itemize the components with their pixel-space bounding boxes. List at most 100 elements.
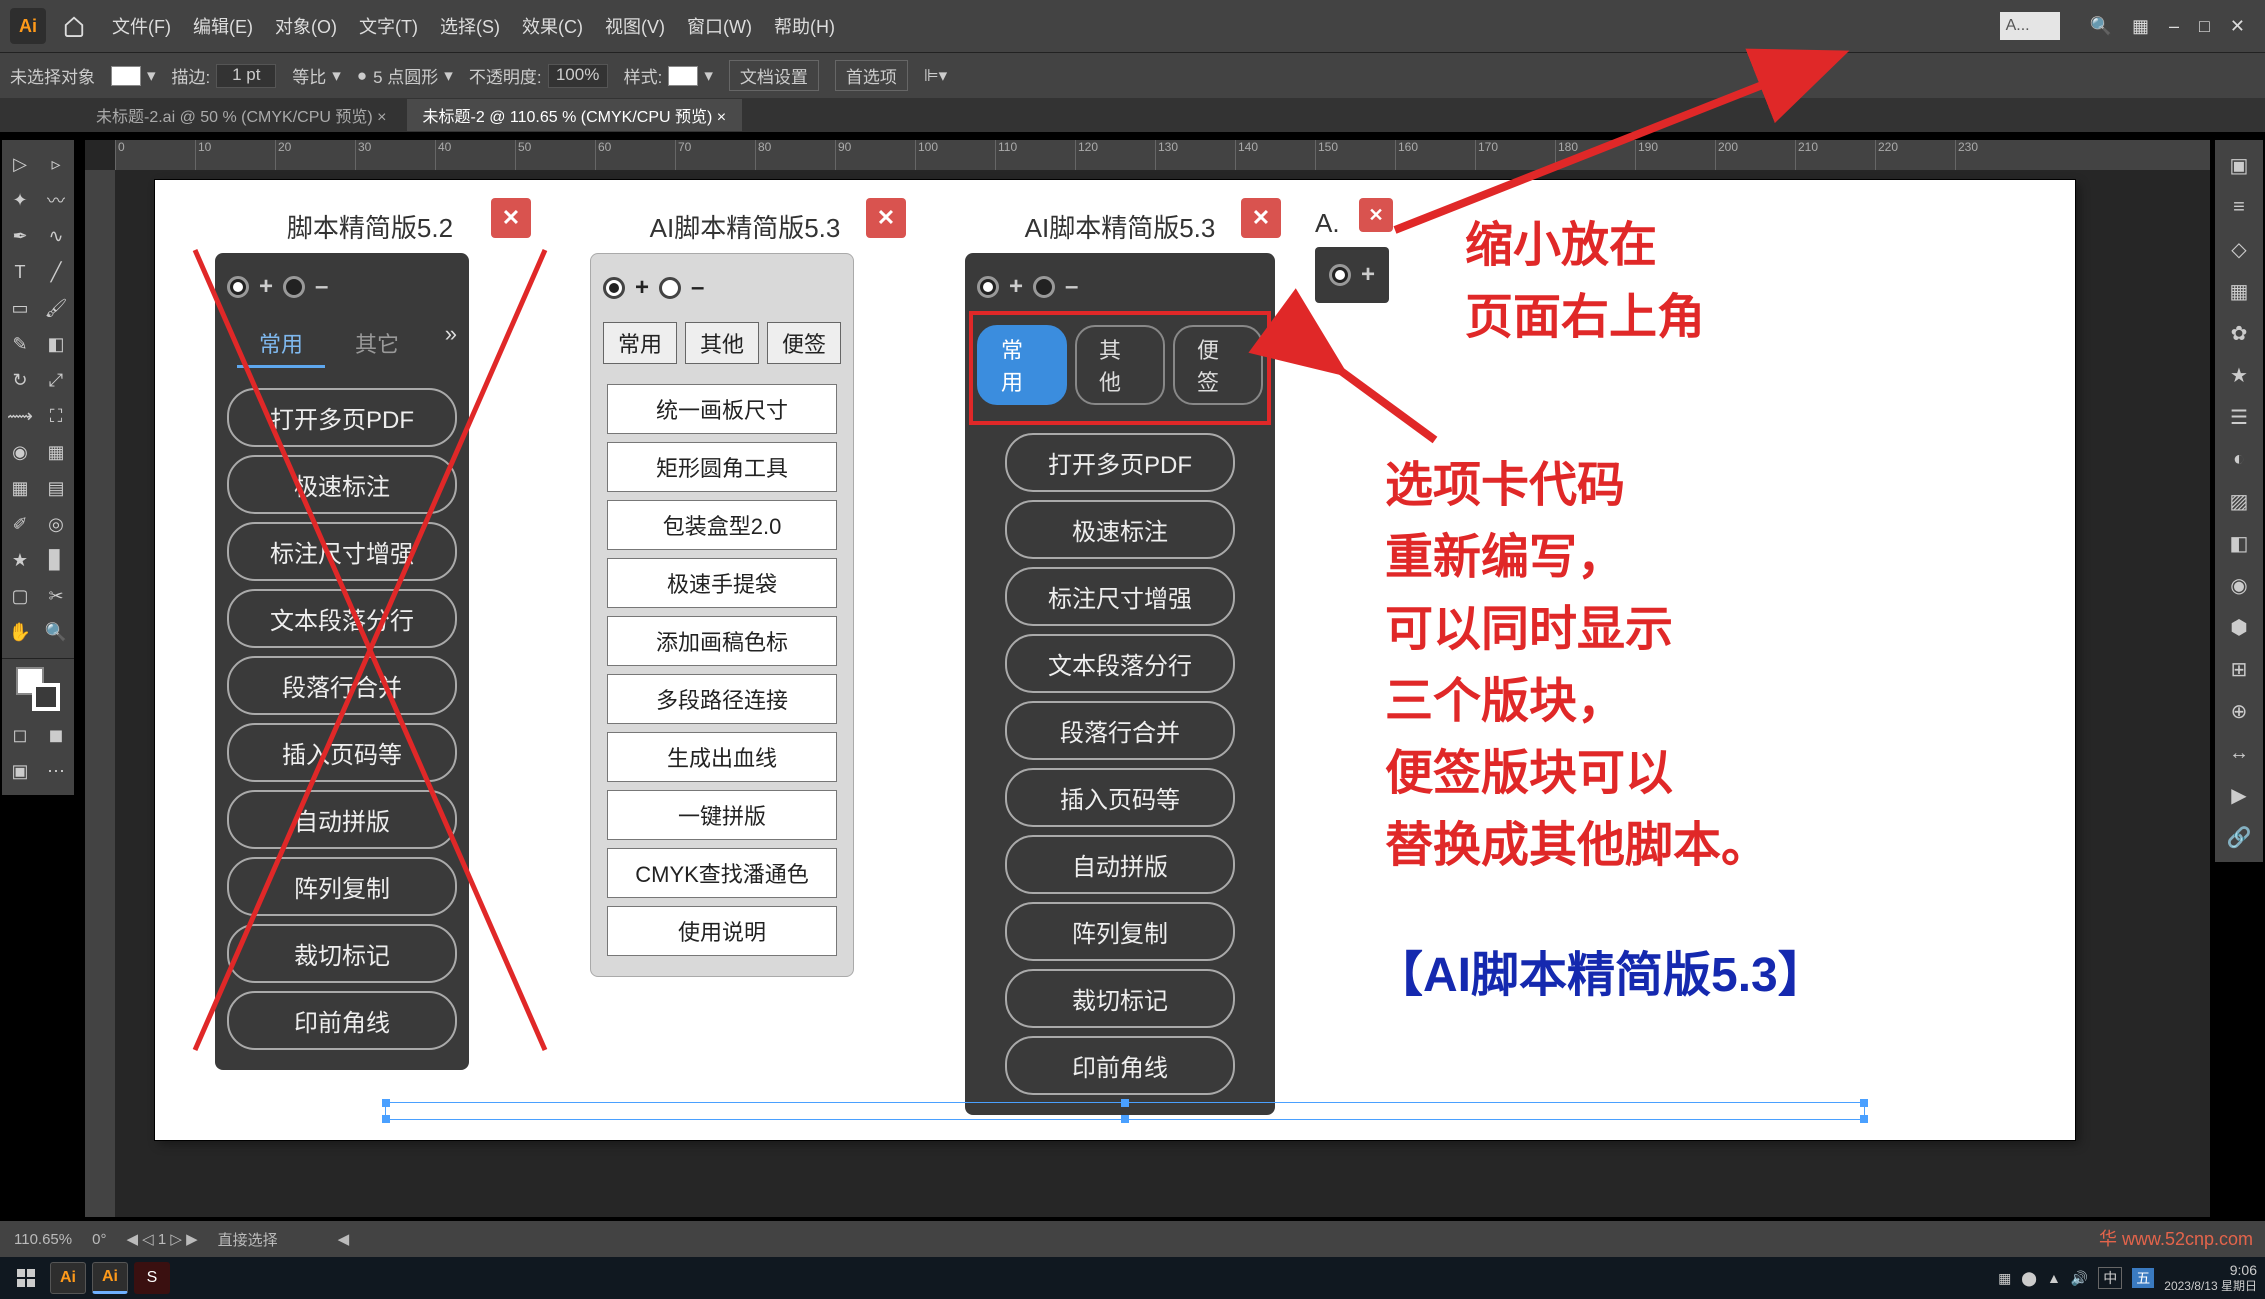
artboard-nav[interactable]: ◀ ◁ 1 ▷ ▶ (126, 1230, 197, 1248)
scroll-left-icon[interactable]: ◀ (338, 1230, 350, 1248)
rectangle-tool[interactable]: ▭ (2, 290, 38, 326)
zoom-tool[interactable]: 🔍 (38, 614, 74, 650)
hand-tool[interactable]: ✋ (2, 614, 38, 650)
panel53dark-btn-1[interactable]: 极速标注 (1005, 500, 1235, 559)
curvature-tool[interactable]: ∿ (38, 218, 74, 254)
doc-tab-2[interactable]: 未标题-2 @ 110.65 % (CMYK/CPU 预览) × (407, 99, 743, 131)
panel53light-radio-2[interactable] (659, 277, 681, 299)
panel53light-tab-common[interactable]: 常用 (603, 322, 677, 364)
taskbar-ai-1[interactable]: Ai (50, 1262, 86, 1294)
menu-effect[interactable]: 效果(C) (522, 13, 583, 39)
eraser-tool[interactable]: ◧ (38, 326, 74, 362)
gradient-icon[interactable]: ▨ (2215, 480, 2263, 522)
menu-object[interactable]: 对象(O) (275, 13, 337, 39)
panel53dark-btn-8[interactable]: 裁切标记 (1005, 969, 1235, 1028)
eyedropper-tool[interactable]: ✐ (2, 506, 38, 542)
draw-mode-normal[interactable]: ◻ (2, 717, 38, 753)
tray-icon[interactable]: ⬤ (2021, 1270, 2037, 1287)
symbols-icon[interactable]: ★ (2215, 354, 2263, 396)
panel53dark-btn-3[interactable]: 文本段落分行 (1005, 634, 1235, 693)
stroke-panel-icon[interactable]: ☰ (2215, 396, 2263, 438)
panel53light-btn-3[interactable]: 极速手提袋 (607, 558, 837, 608)
taskbar-app-3[interactable]: S (134, 1262, 170, 1294)
start-button[interactable] (8, 1262, 44, 1294)
panel53dark-tab-other[interactable]: 其他 (1075, 325, 1165, 405)
maximize-icon[interactable]: □ (2199, 16, 2210, 37)
transparency-icon[interactable]: ◧ (2215, 522, 2263, 564)
gradient-tool[interactable]: ▤ (38, 470, 74, 506)
panel53light-btn-5[interactable]: 多段路径连接 (607, 674, 837, 724)
doc-tab-1[interactable]: 未标题-2.ai @ 50 % (CMYK/CPU 预览) × (80, 99, 403, 131)
properties-icon[interactable]: ▣ (2215, 144, 2263, 186)
doc-setup-button[interactable]: 文档设置 (729, 60, 819, 91)
panel53dark-btn-4[interactable]: 段落行合并 (1005, 701, 1235, 760)
edit-toolbar[interactable]: ⋯ (38, 753, 74, 789)
tray-ime-2[interactable]: 五 (2132, 1268, 2154, 1288)
artboard-tool[interactable]: ▢ (2, 578, 38, 614)
menu-window[interactable]: 窗口(W) (687, 13, 752, 39)
panel53dark-tab-notes[interactable]: 便签 (1173, 325, 1263, 405)
draw-mode-behind[interactable]: ◼ (38, 717, 74, 753)
panel53light-btn-4[interactable]: 添加画稿色标 (607, 616, 837, 666)
menu-file[interactable]: 文件(F) (112, 13, 171, 39)
fill-stroke-indicator[interactable] (16, 667, 60, 711)
tray-clock[interactable]: 9:06 2023/8/13 星期日 (2164, 1262, 2257, 1293)
panel53dark-close-button[interactable]: ✕ (1241, 198, 1281, 238)
topbar-search-input[interactable]: A... (2000, 12, 2060, 40)
appearance-icon[interactable]: ◉ (2215, 564, 2263, 606)
panel53dark-btn-2[interactable]: 标注尺寸增强 (1005, 567, 1235, 626)
panel53dark-radio-1[interactable] (977, 276, 999, 298)
panel53light-btn-1[interactable]: 矩形圆角工具 (607, 442, 837, 492)
taskbar-ai-2[interactable]: Ai (92, 1262, 128, 1294)
panel53dark-btn-7[interactable]: 阵列复制 (1005, 902, 1235, 961)
align-icon[interactable]: ⊫▾ (924, 66, 947, 86)
panel53light-btn-7[interactable]: 一键拼版 (607, 790, 837, 840)
direct-selection-tool[interactable]: ▹ (38, 146, 74, 182)
panel53dark-tab-common[interactable]: 常用 (977, 325, 1067, 405)
panel53light-btn-6[interactable]: 生成出血线 (607, 732, 837, 782)
blend-tool[interactable]: ◎ (38, 506, 74, 542)
lasso-tool[interactable]: 〰 (38, 182, 74, 218)
tray-icon[interactable]: ▦ (1998, 1270, 2011, 1287)
panel53light-close-button[interactable]: ✕ (866, 198, 906, 238)
panel53dark-radio-2[interactable] (1033, 276, 1055, 298)
rotate-tool[interactable]: ↻ (2, 362, 38, 398)
search-icon[interactable]: 🔍 (2090, 16, 2112, 37)
panel53light-btn-0[interactable]: 统一画板尺寸 (607, 384, 837, 434)
transform-icon[interactable]: ↔ (2215, 732, 2263, 774)
screen-mode[interactable]: ▣ (2, 753, 38, 789)
graphic-styles-icon[interactable]: ⬢ (2215, 606, 2263, 648)
swatches-icon[interactable]: ▦ (2215, 270, 2263, 312)
brushes-icon[interactable]: ✿ (2215, 312, 2263, 354)
selection-tool[interactable]: ▷ (2, 146, 38, 182)
perspective-tool[interactable]: ▦ (38, 434, 74, 470)
style-field[interactable]: 样式:▾ (624, 63, 713, 88)
panel53light-btn-2[interactable]: 包装盒型2.0 (607, 500, 837, 550)
actions-icon[interactable]: ▶ (2215, 774, 2263, 816)
preferences-button[interactable]: 首选项 (835, 60, 908, 91)
menu-help[interactable]: 帮助(H) (774, 13, 835, 39)
menu-view[interactable]: 视图(V) (605, 13, 665, 39)
tray-ime[interactable]: 中 (2098, 1267, 2122, 1289)
scale-mode[interactable]: 等比 ▾ (292, 63, 341, 88)
type-tool[interactable]: T (2, 254, 38, 290)
close-icon[interactable]: ✕ (2230, 16, 2245, 37)
menu-select[interactable]: 选择(S) (440, 13, 500, 39)
panel53light-tab-notes[interactable]: 便签 (767, 322, 841, 364)
tray-icon[interactable]: ▲ (2047, 1270, 2061, 1286)
brush-preset[interactable]: ● 5 点圆形 ▾ (357, 63, 453, 88)
layers-icon[interactable]: ≡ (2215, 186, 2263, 228)
magic-wand-tool[interactable]: ✦ (2, 182, 38, 218)
home-icon[interactable] (56, 8, 92, 44)
slice-tool[interactable]: ✂ (38, 578, 74, 614)
pen-tool[interactable]: ✒ (2, 218, 38, 254)
menu-type[interactable]: 文字(T) (359, 13, 418, 39)
panel52-close-button[interactable]: ✕ (491, 198, 531, 238)
mesh-tool[interactable]: ▦ (2, 470, 38, 506)
minimize-icon[interactable]: – (2169, 16, 2179, 37)
color-icon[interactable]: ◐ (2215, 438, 2263, 480)
mini-radio[interactable] (1329, 264, 1351, 286)
stroke-input[interactable]: 1 pt (216, 64, 276, 88)
rotate-value[interactable]: 0° (92, 1231, 106, 1248)
width-tool[interactable]: ⟿ (2, 398, 38, 434)
